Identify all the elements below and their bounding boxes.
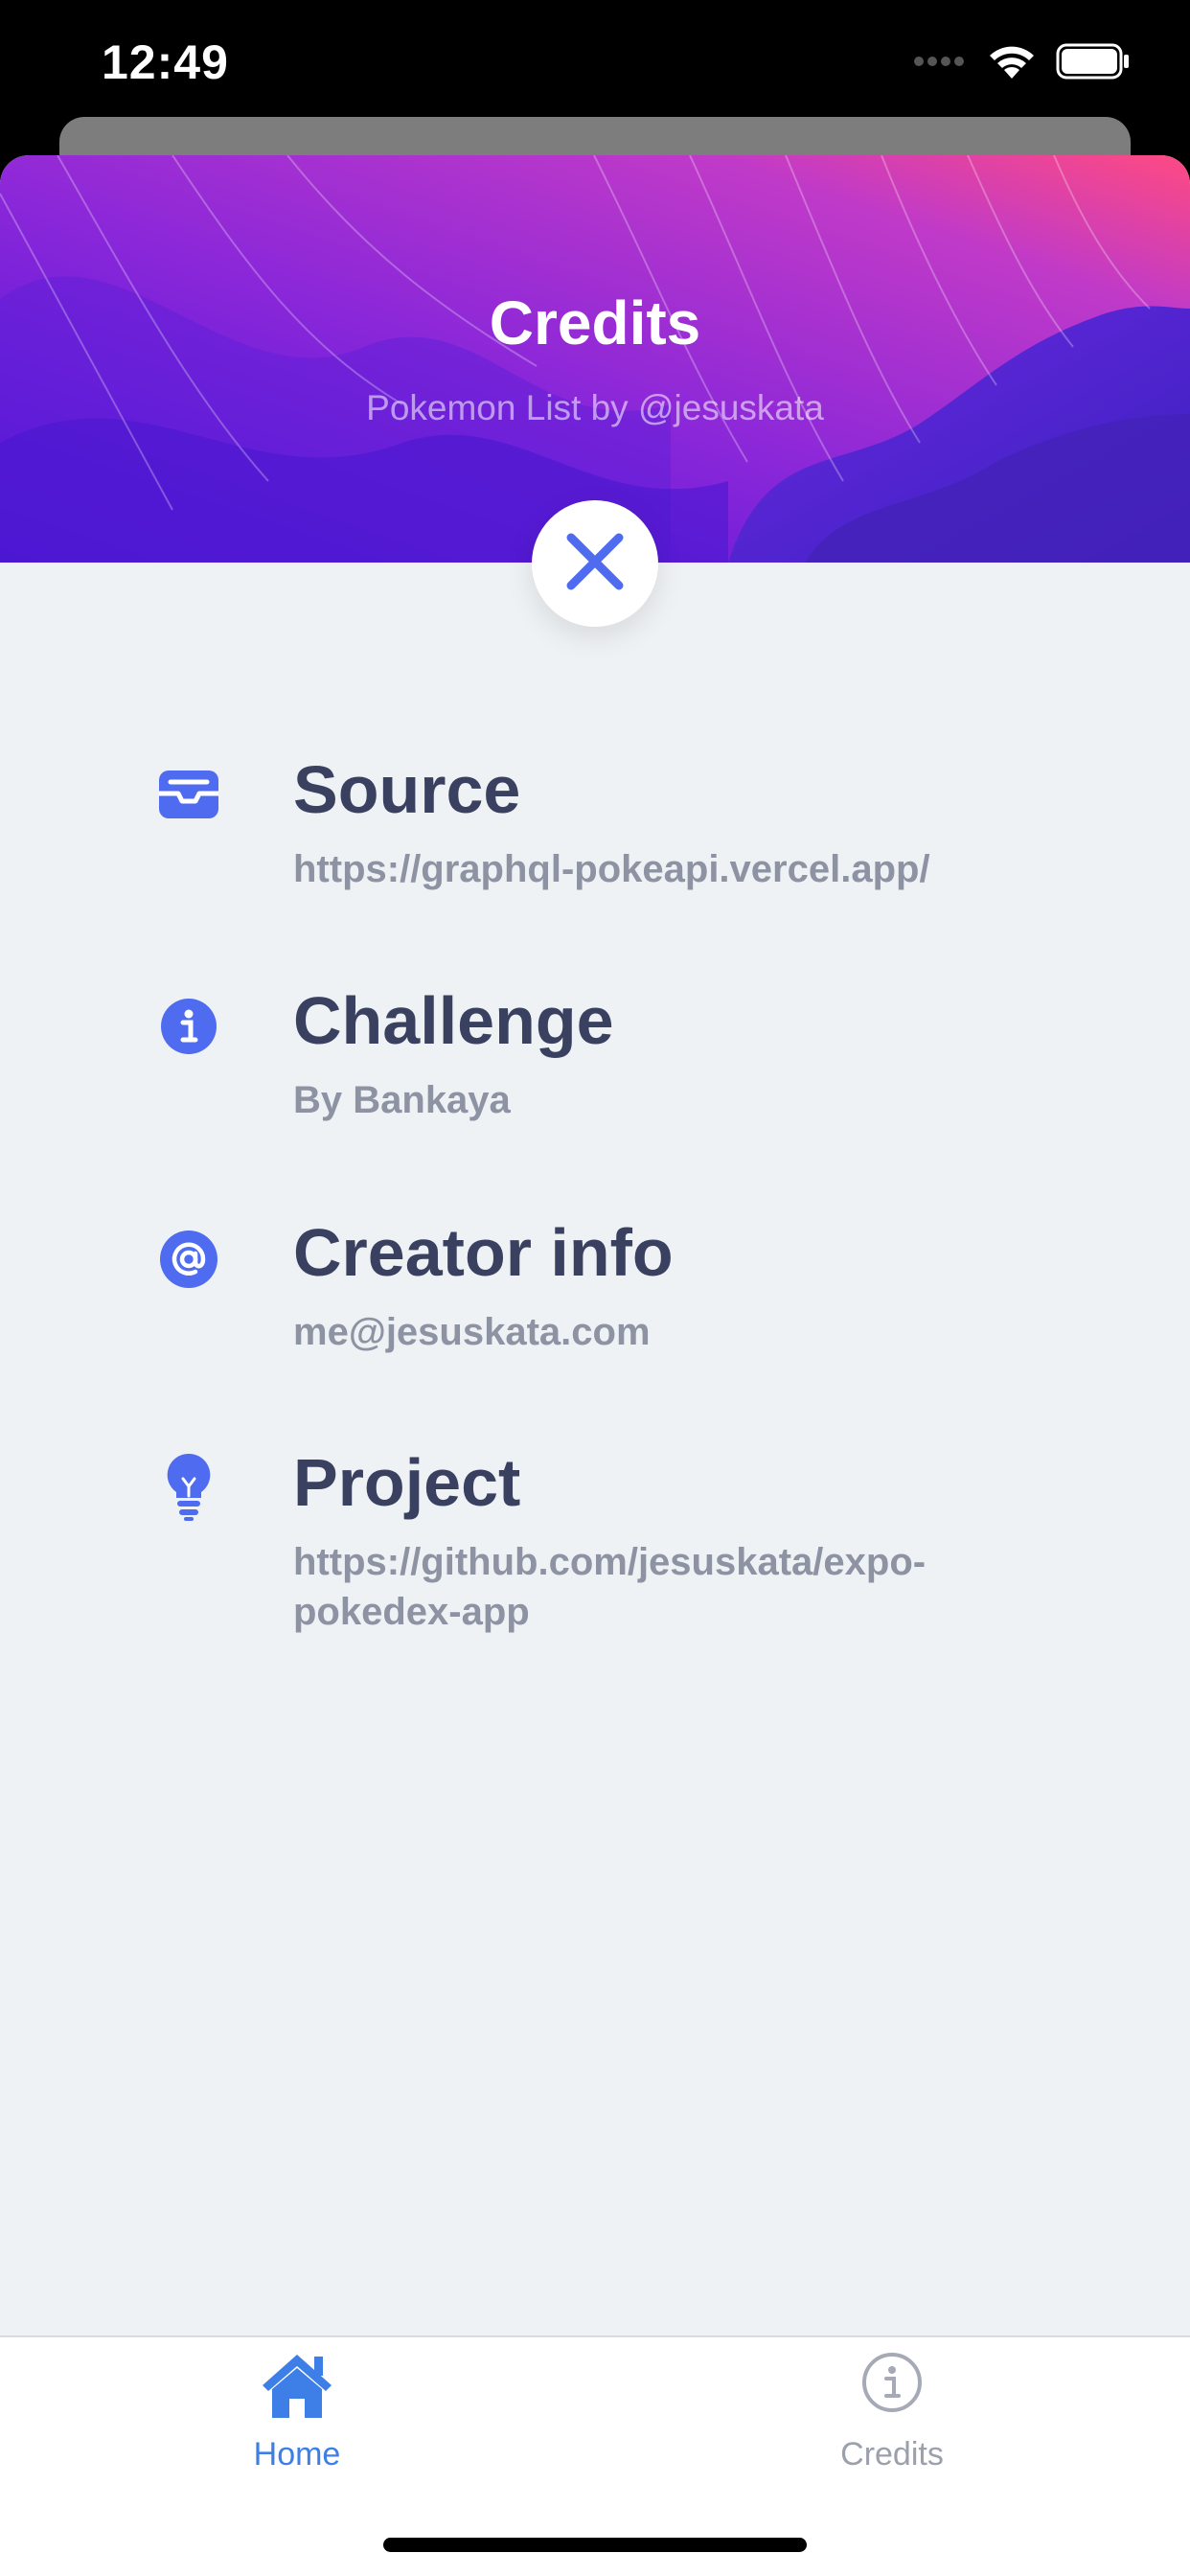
tab-label: Home (253, 2436, 341, 2472)
at-sign-icon (155, 1226, 222, 1293)
home-indicator (383, 2538, 807, 2552)
status-icons (914, 42, 1131, 85)
credit-item-title: Challenge (293, 983, 614, 1058)
sheet-subtitle: Pokemon List by @jesuskata (366, 388, 824, 427)
lightbulb-icon (155, 1453, 222, 1521)
close-button[interactable] (532, 500, 658, 627)
screen: 12:49 Credits Pokemon List by @jesuskata… (0, 0, 1190, 2576)
signal-icon (914, 55, 968, 73)
status-time: 12:49 (102, 35, 229, 89)
credit-item-value[interactable]: https://graphql-pokeapi.vercel.app/ (293, 844, 1021, 894)
inbox-icon (155, 760, 222, 827)
wifi-icon (987, 42, 1037, 85)
credit-item-title: Source (293, 752, 521, 827)
credit-item-value[interactable]: me@jesuskata.com (293, 1307, 1021, 1357)
credit-item-value: By Bankaya (293, 1079, 511, 1121)
sheet-title: Credits (489, 288, 701, 357)
info-circle-icon (860, 2351, 924, 2419)
battery-icon (1056, 43, 1131, 84)
credit-item-title: Creator info (293, 1215, 674, 1290)
tab-credits[interactable]: Credits (748, 2337, 1036, 2491)
credit-item-value[interactable]: https://github.com/jesuskata/expo-pokede… (293, 1537, 1002, 1637)
credit-item-title: Project (293, 1445, 521, 1520)
credits-sheet: Credits Pokemon List by @jesuskata Sourc… (0, 155, 1190, 2576)
status-bar: 12:49 (0, 0, 1190, 125)
info-icon (155, 993, 222, 1060)
close-icon (561, 528, 629, 600)
tab-label: Credits (840, 2436, 944, 2472)
tab-home[interactable]: Home (153, 2337, 441, 2491)
home-icon (261, 2351, 333, 2425)
